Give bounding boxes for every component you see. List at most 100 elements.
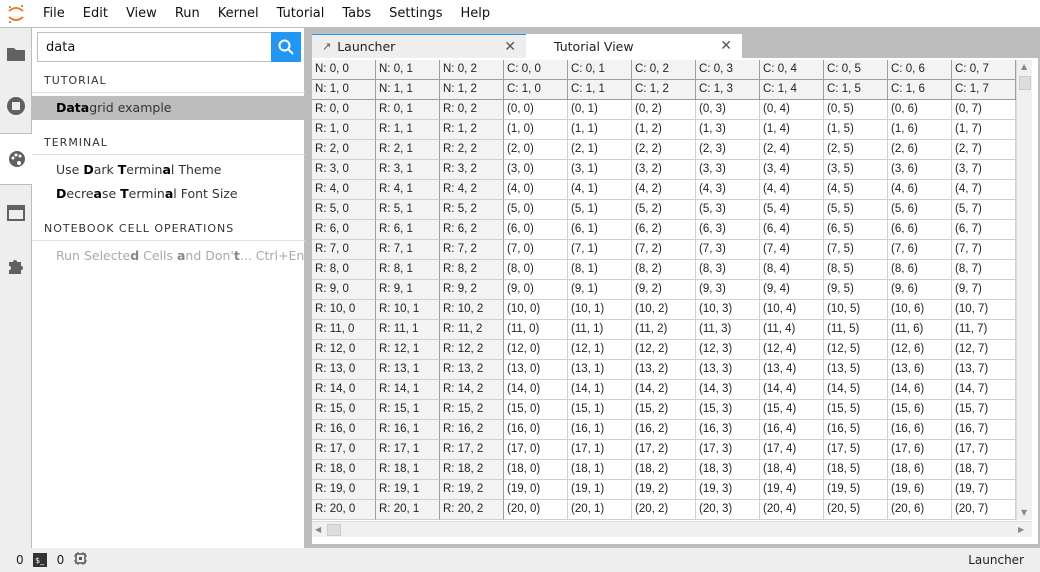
column-header-cell[interactable]: N: 1, 1	[376, 80, 440, 100]
table-cell[interactable]: (9, 1)	[568, 280, 632, 300]
table-cell[interactable]: (7, 2)	[632, 240, 696, 260]
table-cell[interactable]: (7, 1)	[568, 240, 632, 260]
menu-view[interactable]: View	[117, 0, 166, 28]
table-cell[interactable]: (15, 6)	[888, 400, 952, 420]
table-cell[interactable]: (8, 7)	[952, 260, 1016, 280]
table-cell[interactable]: (7, 4)	[760, 240, 824, 260]
row-header-cell[interactable]: R: 7, 0	[312, 240, 376, 260]
table-cell[interactable]: (16, 5)	[824, 420, 888, 440]
table-cell[interactable]: (5, 5)	[824, 200, 888, 220]
table-cell[interactable]: (13, 2)	[632, 360, 696, 380]
row-header-cell[interactable]: R: 8, 0	[312, 260, 376, 280]
tab-launcher[interactable]: ↗︎ Launcher ✕	[312, 34, 526, 58]
table-cell[interactable]: (13, 7)	[952, 360, 1016, 380]
table-cell[interactable]: (8, 2)	[632, 260, 696, 280]
table-cell[interactable]: (6, 5)	[824, 220, 888, 240]
table-cell[interactable]: (6, 1)	[568, 220, 632, 240]
command-dark-terminal-theme[interactable]: Use Dark Terminal Theme	[32, 158, 305, 182]
table-cell[interactable]: (10, 7)	[952, 300, 1016, 320]
table-cell[interactable]: (8, 3)	[696, 260, 760, 280]
row-header-cell[interactable]: R: 20, 0	[312, 500, 376, 520]
command-run-selected-cells[interactable]: Run Selected Cells and Don't... Ctrl+Ent…	[32, 244, 322, 268]
table-cell[interactable]: (0, 6)	[888, 100, 952, 120]
table-cell[interactable]: (4, 3)	[696, 180, 760, 200]
horizontal-scroll-thumb[interactable]	[327, 524, 341, 536]
table-cell[interactable]: (14, 7)	[952, 380, 1016, 400]
row-header-cell[interactable]: R: 2, 1	[376, 140, 440, 160]
column-header-cell[interactable]: C: 1, 1	[568, 80, 632, 100]
table-cell[interactable]: (0, 7)	[952, 100, 1016, 120]
row-header-cell[interactable]: R: 9, 0	[312, 280, 376, 300]
table-cell[interactable]: (19, 2)	[632, 480, 696, 500]
row-header-cell[interactable]: R: 15, 0	[312, 400, 376, 420]
table-cell[interactable]: (20, 1)	[568, 500, 632, 520]
table-cell[interactable]: (15, 7)	[952, 400, 1016, 420]
row-header-cell[interactable]: R: 14, 1	[376, 380, 440, 400]
row-header-cell[interactable]: R: 15, 2	[440, 400, 504, 420]
table-cell[interactable]: (15, 3)	[696, 400, 760, 420]
menu-tabs[interactable]: Tabs	[333, 0, 380, 28]
row-header-cell[interactable]: R: 17, 1	[376, 440, 440, 460]
table-cell[interactable]: (8, 5)	[824, 260, 888, 280]
table-cell[interactable]: (9, 7)	[952, 280, 1016, 300]
column-header-cell[interactable]: C: 1, 4	[760, 80, 824, 100]
table-cell[interactable]: (15, 1)	[568, 400, 632, 420]
table-cell[interactable]: (19, 3)	[696, 480, 760, 500]
table-cell[interactable]: (11, 6)	[888, 320, 952, 340]
table-cell[interactable]: (8, 0)	[504, 260, 568, 280]
row-header-cell[interactable]: R: 16, 0	[312, 420, 376, 440]
tab-tutorial-view[interactable]: Tutorial View ✕	[526, 34, 742, 58]
row-header-cell[interactable]: R: 18, 0	[312, 460, 376, 480]
table-cell[interactable]: (17, 5)	[824, 440, 888, 460]
table-cell[interactable]: (2, 1)	[568, 140, 632, 160]
table-cell[interactable]: (3, 7)	[952, 160, 1016, 180]
table-cell[interactable]: (19, 0)	[504, 480, 568, 500]
scroll-left-icon[interactable]: ◀	[315, 525, 321, 534]
row-header-cell[interactable]: R: 12, 0	[312, 340, 376, 360]
menu-tutorial[interactable]: Tutorial	[268, 0, 334, 28]
table-cell[interactable]: (0, 0)	[504, 100, 568, 120]
table-cell[interactable]: (18, 0)	[504, 460, 568, 480]
row-header-cell[interactable]: R: 20, 2	[440, 500, 504, 520]
palette-icon[interactable]	[0, 133, 33, 185]
row-header-cell[interactable]: R: 3, 0	[312, 160, 376, 180]
table-cell[interactable]: (4, 0)	[504, 180, 568, 200]
table-cell[interactable]: (14, 4)	[760, 380, 824, 400]
row-header-cell[interactable]: R: 6, 0	[312, 220, 376, 240]
row-header-cell[interactable]: R: 0, 1	[376, 100, 440, 120]
table-cell[interactable]: (11, 7)	[952, 320, 1016, 340]
row-header-cell[interactable]: R: 14, 2	[440, 380, 504, 400]
table-cell[interactable]: (1, 2)	[632, 120, 696, 140]
row-header-cell[interactable]: R: 13, 1	[376, 360, 440, 380]
column-header-cell[interactable]: N: 0, 2	[440, 60, 504, 80]
table-cell[interactable]: (6, 0)	[504, 220, 568, 240]
row-header-cell[interactable]: R: 2, 0	[312, 140, 376, 160]
table-cell[interactable]: (5, 2)	[632, 200, 696, 220]
table-cell[interactable]: (17, 0)	[504, 440, 568, 460]
column-header-cell[interactable]: C: 1, 3	[696, 80, 760, 100]
column-header-cell[interactable]: C: 1, 0	[504, 80, 568, 100]
column-header-cell[interactable]: C: 1, 2	[632, 80, 696, 100]
table-cell[interactable]: (19, 4)	[760, 480, 824, 500]
row-header-cell[interactable]: R: 6, 1	[376, 220, 440, 240]
row-header-cell[interactable]: R: 19, 2	[440, 480, 504, 500]
row-header-cell[interactable]: R: 7, 2	[440, 240, 504, 260]
row-header-cell[interactable]: R: 9, 2	[440, 280, 504, 300]
table-cell[interactable]: (16, 4)	[760, 420, 824, 440]
row-header-cell[interactable]: R: 15, 1	[376, 400, 440, 420]
table-cell[interactable]: (2, 4)	[760, 140, 824, 160]
table-cell[interactable]: (3, 5)	[824, 160, 888, 180]
table-cell[interactable]: (14, 3)	[696, 380, 760, 400]
table-cell[interactable]: (12, 2)	[632, 340, 696, 360]
row-header-cell[interactable]: R: 17, 2	[440, 440, 504, 460]
row-header-cell[interactable]: R: 7, 1	[376, 240, 440, 260]
table-cell[interactable]: (20, 3)	[696, 500, 760, 520]
row-header-cell[interactable]: R: 10, 2	[440, 300, 504, 320]
table-cell[interactable]: (12, 3)	[696, 340, 760, 360]
row-header-cell[interactable]: R: 3, 2	[440, 160, 504, 180]
horizontal-scrollbar[interactable]: ◀ ▶	[312, 521, 1032, 537]
table-cell[interactable]: (15, 0)	[504, 400, 568, 420]
menu-file[interactable]: File	[34, 0, 74, 28]
table-cell[interactable]: (10, 5)	[824, 300, 888, 320]
row-header-cell[interactable]: R: 16, 1	[376, 420, 440, 440]
